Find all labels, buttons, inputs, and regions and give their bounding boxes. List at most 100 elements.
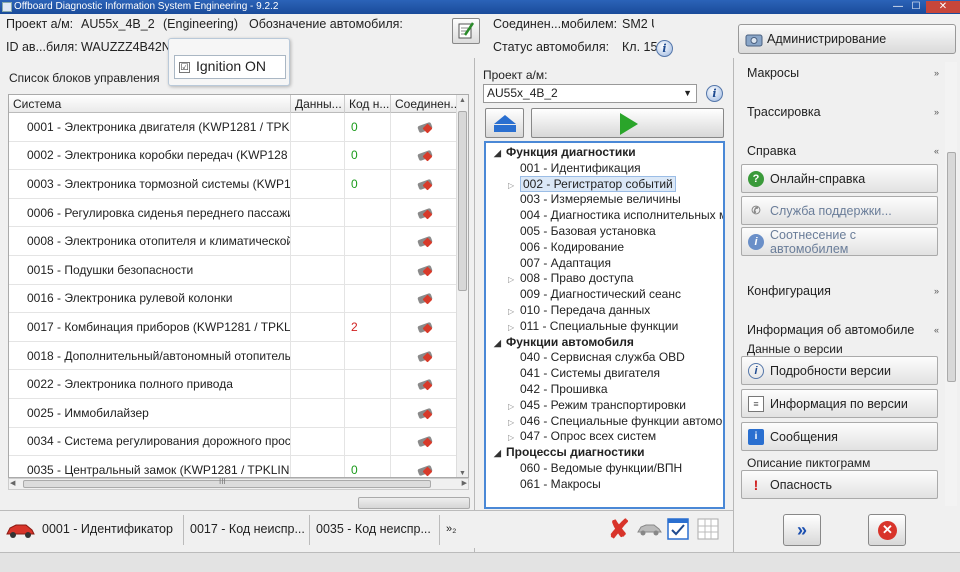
vehicle-mapping-button[interactable]: i Соотнесение с автомобилем xyxy=(741,227,938,256)
right-panel-scrollbar[interactable] xyxy=(945,62,957,506)
tree-item[interactable]: 007 - Адаптация xyxy=(508,256,611,270)
tree-item[interactable]: 006 - Кодирование xyxy=(508,240,624,254)
version-details-button[interactable]: i Подробности версии xyxy=(741,356,938,385)
tab-overflow-button[interactable]: »₂ xyxy=(442,515,472,545)
edit-vehicle-button[interactable] xyxy=(452,18,480,44)
version-info-button[interactable]: ≡ Информация по версии xyxy=(741,389,938,418)
column-header-system[interactable]: Система xyxy=(9,95,291,113)
column-header-code[interactable]: Код н... xyxy=(345,95,391,113)
row-data xyxy=(291,456,345,477)
expander-icon[interactable]: ▷ xyxy=(508,418,520,427)
expander-icon[interactable]: ◢ xyxy=(494,338,506,349)
table-row[interactable]: 0016 - Электроника рулевой колонки xyxy=(9,284,458,314)
expander-icon[interactable]: ▷ xyxy=(508,181,520,190)
grid-icon[interactable] xyxy=(696,517,720,541)
tree-item[interactable]: 061 - Макросы xyxy=(508,477,601,491)
section-vehicle-info[interactable]: Информация об автомобиле « xyxy=(741,320,943,340)
scroll-down-icon[interactable]: ▼ xyxy=(459,470,466,477)
tree-item[interactable]: 001 - Идентификация xyxy=(508,161,641,175)
danger-legend-button[interactable]: ! Опасность xyxy=(741,470,938,499)
disconnect-icon[interactable]: ✘ xyxy=(608,514,630,544)
tree-item[interactable]: 060 - Ведомые функции/ВПН xyxy=(508,461,682,475)
tree-item[interactable]: ▷ 045 - Режим транспортировки xyxy=(508,398,686,412)
tree-item[interactable]: ▷ 010 - Передача данных xyxy=(508,303,650,317)
column-header-data[interactable]: Данны... xyxy=(291,95,345,113)
support-button[interactable]: ✆ Служба поддержки... xyxy=(741,196,938,225)
expander-icon[interactable]: ▷ xyxy=(508,275,520,284)
scroll-thumb[interactable] xyxy=(947,152,956,382)
dropdown-arrow-icon[interactable]: ▼ xyxy=(683,85,692,102)
tree-item[interactable]: 041 - Системы двигателя xyxy=(508,366,660,380)
tree-item[interactable]: ▷ 011 - Специальные функции xyxy=(508,319,678,333)
tree-item[interactable]: ▷046 - Специальные функции автомобиля xyxy=(508,414,723,428)
section-help[interactable]: Справка « xyxy=(741,141,943,161)
expander-icon[interactable]: ▷ xyxy=(508,433,520,442)
expander-icon[interactable]: ▷ xyxy=(508,402,520,411)
table-row[interactable]: 0008 - Электроника отопителя и климатиче… xyxy=(9,227,458,256)
tree-item[interactable]: 040 - Сервисная служба OBD xyxy=(508,350,685,364)
table-row[interactable]: 0001 - Электроника двигателя (KWP1281 / … xyxy=(9,113,458,142)
table-row[interactable]: 0018 - Дополнительный/автономный отопите… xyxy=(9,341,458,371)
forward-button[interactable]: » xyxy=(783,514,821,546)
mode-value: (Engineering) xyxy=(163,17,239,31)
online-help-button[interactable]: ? Онлайн-справка xyxy=(741,164,938,193)
table-row[interactable]: 0003 - Электроника тормозной системы (KW… xyxy=(9,170,458,199)
tree-item[interactable]: ▷ 008 - Право доступа xyxy=(508,271,633,285)
tree-item[interactable]: 009 - Диагностический сеанс xyxy=(508,287,681,301)
table-row[interactable]: 0017 - Комбинация приборов (KWP1281 / TP… xyxy=(9,313,458,342)
bottom-tab-identification[interactable]: 0001 - Идентификатор xyxy=(38,515,184,545)
minimize-button[interactable]: — xyxy=(890,1,906,13)
scroll-right-icon[interactable]: ▶ xyxy=(462,479,467,487)
administration-button[interactable]: Администрирование xyxy=(738,24,956,54)
tree-item[interactable]: ▷ 047 - Опрос всех систем xyxy=(508,429,656,443)
maximize-button[interactable]: ☐ xyxy=(908,1,924,13)
table-row[interactable]: 0002 - Электроника коробки передач (KWP1… xyxy=(9,141,458,171)
row-fault-code-count: 2 xyxy=(345,313,391,341)
bottom-tab-fault-0035[interactable]: 0035 - Код неиспр... xyxy=(312,515,440,545)
section-tracing[interactable]: Трассировка » xyxy=(741,102,943,122)
expander-icon[interactable]: ◢ xyxy=(494,148,506,159)
expander-icon[interactable]: ◢ xyxy=(494,448,506,459)
disconnected-plug-icon xyxy=(416,292,434,305)
scroll-up-icon[interactable]: ▲ xyxy=(459,97,466,104)
diagnostic-function-tree[interactable]: ◢ Функция диагностики 001 - Идентификация ▷… xyxy=(484,141,725,509)
checklist-icon[interactable] xyxy=(666,517,690,541)
scroll-thumb[interactable]: III xyxy=(23,477,431,488)
tree-item[interactable]: ▷ 002 - Регистратор событий xyxy=(508,175,676,192)
eject-up-button[interactable] xyxy=(485,108,524,138)
panel-splitter-handle[interactable] xyxy=(358,497,470,509)
table-vertical-scrollbar[interactable]: ▲ ▼ xyxy=(456,95,468,477)
column-header-connection[interactable]: Соединен... xyxy=(391,95,458,113)
bottom-tab-fault-0017[interactable]: 0017 - Код неиспр... xyxy=(186,515,310,545)
expander-icon[interactable]: ▷ xyxy=(508,323,520,332)
tree-category[interactable]: ◢ Функция диагностики xyxy=(494,145,636,159)
tree-category[interactable]: ◢ Функции автомобиля xyxy=(494,335,634,349)
expander-icon[interactable]: ▷ xyxy=(508,307,520,316)
cancel-button[interactable]: ✕ xyxy=(868,514,906,546)
table-row[interactable]: 0006 - Регулировка сиденья переднего пас… xyxy=(9,198,458,228)
vehicle-tab[interactable] xyxy=(4,518,36,544)
table-row[interactable]: 0035 - Центральный замок (KWP1281 / TPKL… xyxy=(9,456,458,477)
section-macros[interactable]: Макросы » xyxy=(741,63,943,83)
car-gray-icon[interactable] xyxy=(636,519,662,539)
chevron-down-icon: » xyxy=(933,107,939,117)
tree-category[interactable]: ◢ Процессы диагностики xyxy=(494,445,645,459)
table-row[interactable]: 0022 - Электроника полного привода xyxy=(9,370,458,399)
scroll-left-icon[interactable]: ◀ xyxy=(10,479,15,487)
table-row[interactable]: 0015 - Подушки безопасности xyxy=(9,256,458,285)
messages-button[interactable]: i Сообщения xyxy=(741,422,938,451)
project-select[interactable]: AU55x_4B_2 ▼ xyxy=(483,84,697,103)
scroll-thumb[interactable] xyxy=(458,111,467,291)
close-button[interactable]: ✕ xyxy=(926,1,960,13)
tree-item[interactable]: 004 - Диагностика исполнительных механиз… xyxy=(508,208,723,222)
table-row[interactable]: 0025 - Иммобилайзер xyxy=(9,399,458,428)
project-info-icon[interactable]: i xyxy=(706,85,723,102)
status-info-icon[interactable]: i xyxy=(656,40,673,57)
table-row[interactable]: 0034 - Система регулирования дорожного п… xyxy=(9,427,458,457)
start-button[interactable] xyxy=(531,108,724,138)
tree-item[interactable]: 042 - Прошивка xyxy=(508,382,608,396)
table-horizontal-scrollbar[interactable]: ◀ III ▶ xyxy=(8,477,469,490)
tree-item[interactable]: 005 - Базовая установка xyxy=(508,224,656,238)
section-configuration[interactable]: Конфигурация » xyxy=(741,281,943,301)
tree-item[interactable]: 003 - Измеряемые величины xyxy=(508,192,681,206)
